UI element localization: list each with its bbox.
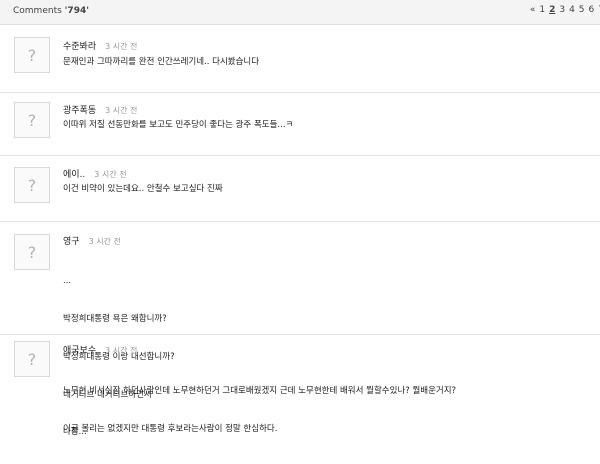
comment-author: 애국보수 xyxy=(63,346,97,356)
avatar: ? xyxy=(14,234,50,270)
comments-header: Comments '794' « 1 2 3 4 5 6 7 xyxy=(0,0,600,25)
comment-body: 노무현 비서실장 하던사람인데 노무현하던거 그대로배웠겠지 근데 노무현한테 … xyxy=(63,360,456,461)
comment-author-line: 에이.. 3 시간 전 xyxy=(63,167,127,180)
comment-time: 3 시간 전 xyxy=(94,170,127,179)
comment-line: 노무현 비서실장 하던사람인데 노무현하던거 그대로배웠겠지 근데 노무현한테 … xyxy=(63,386,457,397)
comment-item: ? 수준봐라 3 시간 전 문재인과 그따까리를 완전 인간쓰레기네.. 다시봤습… xyxy=(0,25,600,92)
avatar: ? xyxy=(14,167,50,203)
avatar: ? xyxy=(14,102,50,138)
comment-line: 문재인과 그따까리를 완전 인간쓰레기네.. 다시봤습니다 xyxy=(63,57,260,67)
comment-author: 영구 xyxy=(63,237,80,247)
comment-time: 3 시간 전 xyxy=(105,42,138,51)
comment-body: 문재인과 그따까리를 완전 인간쓰레기네.. 다시봤습니다 xyxy=(63,56,259,69)
page-6-link[interactable]: 6 xyxy=(589,5,595,15)
avatar-placeholder-icon: ? xyxy=(27,349,37,369)
avatar-placeholder-icon: ? xyxy=(27,242,37,262)
avatar-placeholder-icon: ? xyxy=(27,175,37,195)
avatar-placeholder-icon: ? xyxy=(27,45,37,65)
comment-author-line: 영구 3 시간 전 xyxy=(63,234,121,247)
comment-item: ? 에이.. 3 시간 전 이건 비약이 있는데요.. 안철수 보고싶다 진짜 xyxy=(0,156,600,220)
page-1-link[interactable]: 1 xyxy=(539,5,545,15)
comment-author: 수준봐라 xyxy=(63,42,97,52)
pagination: « 1 2 3 4 5 6 7 xyxy=(530,5,600,15)
comment-author: 광주폭동 xyxy=(63,106,97,116)
pagination-first-button[interactable]: « xyxy=(530,5,536,15)
avatar: ? xyxy=(14,37,50,73)
comment-author: 에이.. xyxy=(63,170,86,180)
comment-author-line: 광주폭동 3 시간 전 xyxy=(63,103,137,116)
comment-line: 이건 비약이 있는데요.. 안철수 보고싶다 진짜 xyxy=(63,184,223,194)
comment-line: ... xyxy=(63,276,72,287)
page-3-link[interactable]: 3 xyxy=(559,5,565,15)
comments-title-label: Comments xyxy=(13,6,62,16)
comment-author-line: 수준봐라 3 시간 전 xyxy=(63,39,137,52)
comment-line: 박정희대통령 욕은 왜합니까? xyxy=(63,313,167,324)
comments-title: Comments '794' xyxy=(13,6,89,16)
comment-time: 3 시간 전 xyxy=(88,237,121,246)
comment-body: 이건 비약이 있는데요.. 안철수 보고싶다 진짜 xyxy=(63,183,223,196)
comment-line: 이글 볼리는 없겠지만 대통령 후보라는사람이 정말 한심하다. xyxy=(63,423,278,434)
avatar: ? xyxy=(14,341,50,377)
page-4-link[interactable]: 4 xyxy=(569,5,575,15)
comment-item: ? 영구 3 시간 전 ... 박정희대통령 욕은 왜합니까? 박정희대통령 이랑… xyxy=(0,222,600,437)
avatar-placeholder-icon: ? xyxy=(27,110,37,130)
comment-body: 이따위 저질 선동만화를 보고도 민주당이 좋다는 광주 폭도들...ㅋ xyxy=(63,119,293,132)
comment-time: 3 시간 전 xyxy=(105,346,138,355)
comments-count: '794' xyxy=(64,6,89,16)
comment-time: 3 시간 전 xyxy=(105,106,138,115)
comment-author-line: 애국보수 3 시간 전 xyxy=(63,343,137,356)
comment-line: 이따위 저질 선동만화를 보고도 민주당이 좋다는 광주 폭도들...ㅋ xyxy=(63,120,294,130)
comment-item: ? 광주폭동 3 시간 전 이따위 저질 선동만화를 보고도 민주당이 좋다는 광… xyxy=(0,93,600,155)
page-2-link[interactable]: 2 xyxy=(549,5,555,15)
comment-item: ? 애국보수 3 시간 전 노무현 비서실장 하던사람인데 노무현하던거 그대로배… xyxy=(0,335,600,434)
page-5-link[interactable]: 5 xyxy=(579,5,585,15)
